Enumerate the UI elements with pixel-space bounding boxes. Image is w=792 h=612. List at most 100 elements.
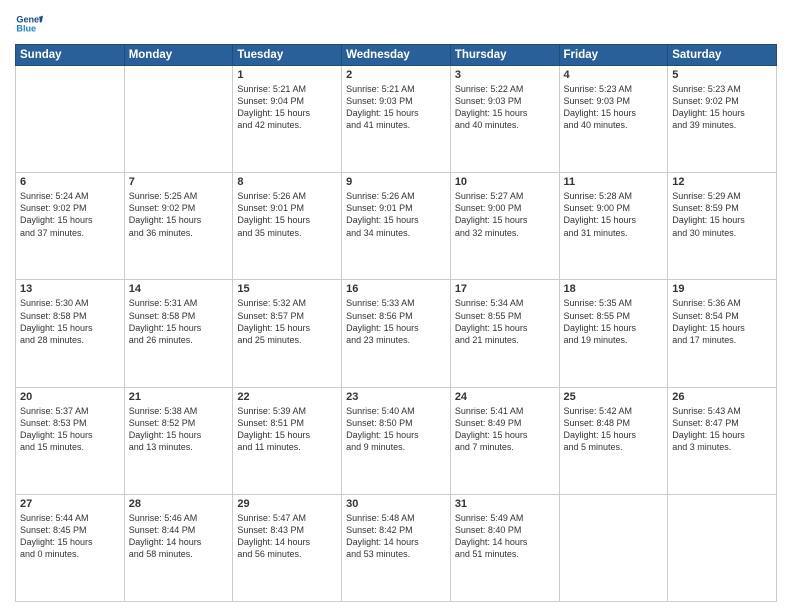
calendar-cell: 12 Sunrise: 5:29 AM Sunset: 8:59 PM Dayli… [668,173,777,280]
calendar-day-header: Thursday [450,45,559,66]
day-number: 5 [672,69,772,81]
day-info: Sunrise: 5:30 AM Sunset: 8:58 PM Dayligh… [20,297,120,346]
calendar-cell: 9 Sunrise: 5:26 AM Sunset: 9:01 PM Daylig… [342,173,451,280]
day-number: 11 [564,176,664,188]
day-number: 15 [237,283,337,295]
calendar-cell: 21 Sunrise: 5:38 AM Sunset: 8:52 PM Dayli… [124,387,233,494]
day-info: Sunrise: 5:31 AM Sunset: 8:58 PM Dayligh… [129,297,229,346]
day-number: 7 [129,176,229,188]
day-number: 30 [346,498,446,510]
day-number: 1 [237,69,337,81]
calendar-day-header: Wednesday [342,45,451,66]
calendar-cell: 25 Sunrise: 5:42 AM Sunset: 8:48 PM Dayli… [559,387,668,494]
calendar-table: SundayMondayTuesdayWednesdayThursdayFrid… [15,44,777,602]
day-number: 18 [564,283,664,295]
logo: General Blue [15,10,43,38]
calendar-cell: 29 Sunrise: 5:47 AM Sunset: 8:43 PM Dayli… [233,494,342,601]
day-number: 3 [455,69,555,81]
day-info: Sunrise: 5:43 AM Sunset: 8:47 PM Dayligh… [672,405,772,454]
day-number: 31 [455,498,555,510]
day-number: 24 [455,391,555,403]
calendar-cell [559,494,668,601]
calendar-cell: 22Sunrise: 5:39 AM Sunset: 8:51 PM Dayli… [233,387,342,494]
day-info: Sunrise: 5:42 AM Sunset: 8:48 PM Dayligh… [564,405,664,454]
calendar-day-header: Sunday [16,45,125,66]
calendar-day-header: Tuesday [233,45,342,66]
day-info: Sunrise: 5:23 AM Sunset: 9:03 PM Dayligh… [564,83,664,132]
calendar-cell: 18 Sunrise: 5:35 AM Sunset: 8:55 PM Dayli… [559,280,668,387]
day-info: Sunrise: 5:21 AM Sunset: 9:03 PM Dayligh… [346,83,446,132]
day-info: Sunrise: 5:44 AM Sunset: 8:45 PM Dayligh… [20,512,120,561]
day-info: Sunrise: 5:25 AM Sunset: 9:02 PM Dayligh… [129,190,229,239]
calendar-cell: 10Sunrise: 5:27 AM Sunset: 9:00 PM Dayli… [450,173,559,280]
calendar-cell: 17Sunrise: 5:34 AM Sunset: 8:55 PM Dayli… [450,280,559,387]
day-number: 29 [237,498,337,510]
day-number: 12 [672,176,772,188]
calendar-cell: 28 Sunrise: 5:46 AM Sunset: 8:44 PM Dayli… [124,494,233,601]
calendar-cell: 11 Sunrise: 5:28 AM Sunset: 9:00 PM Dayli… [559,173,668,280]
day-number: 14 [129,283,229,295]
day-number: 6 [20,176,120,188]
day-number: 16 [346,283,446,295]
day-info: Sunrise: 5:24 AM Sunset: 9:02 PM Dayligh… [20,190,120,239]
day-info: Sunrise: 5:29 AM Sunset: 8:59 PM Dayligh… [672,190,772,239]
day-info: Sunrise: 5:36 AM Sunset: 8:54 PM Dayligh… [672,297,772,346]
day-info: Sunrise: 5:26 AM Sunset: 9:01 PM Dayligh… [346,190,446,239]
calendar-cell: 30 Sunrise: 5:48 AM Sunset: 8:42 PM Dayli… [342,494,451,601]
day-number: 21 [129,391,229,403]
day-info: Sunrise: 5:48 AM Sunset: 8:42 PM Dayligh… [346,512,446,561]
day-info: Sunrise: 5:21 AM Sunset: 9:04 PM Dayligh… [237,83,337,132]
day-info: Sunrise: 5:32 AM Sunset: 8:57 PM Dayligh… [237,297,337,346]
day-number: 19 [672,283,772,295]
day-number: 28 [129,498,229,510]
calendar-cell: 16 Sunrise: 5:33 AM Sunset: 8:56 PM Dayli… [342,280,451,387]
calendar-cell: 20 Sunrise: 5:37 AM Sunset: 8:53 PM Dayli… [16,387,125,494]
logo-icon: General Blue [15,10,43,38]
calendar-cell: 19 Sunrise: 5:36 AM Sunset: 8:54 PM Dayli… [668,280,777,387]
day-number: 22 [237,391,337,403]
day-number: 9 [346,176,446,188]
day-info: Sunrise: 5:47 AM Sunset: 8:43 PM Dayligh… [237,512,337,561]
page: General Blue SundayMondayTuesdayWednesda… [0,0,792,612]
calendar-cell: 8 Sunrise: 5:26 AM Sunset: 9:01 PM Daylig… [233,173,342,280]
calendar-cell [124,66,233,173]
header: General Blue [15,10,777,38]
calendar-cell: 1 Sunrise: 5:21 AM Sunset: 9:04 PM Daylig… [233,66,342,173]
calendar-day-header: Saturday [668,45,777,66]
day-number: 27 [20,498,120,510]
day-number: 13 [20,283,120,295]
calendar-week-row: 6 Sunrise: 5:24 AM Sunset: 9:02 PM Daylig… [16,173,777,280]
day-info: Sunrise: 5:38 AM Sunset: 8:52 PM Dayligh… [129,405,229,454]
day-info: Sunrise: 5:37 AM Sunset: 8:53 PM Dayligh… [20,405,120,454]
day-number: 20 [20,391,120,403]
day-number: 8 [237,176,337,188]
svg-text:Blue: Blue [16,24,36,34]
day-info: Sunrise: 5:26 AM Sunset: 9:01 PM Dayligh… [237,190,337,239]
calendar-header-row: SundayMondayTuesdayWednesdayThursdayFrid… [16,45,777,66]
day-number: 4 [564,69,664,81]
calendar-week-row: 20 Sunrise: 5:37 AM Sunset: 8:53 PM Dayli… [16,387,777,494]
calendar-cell: 23 Sunrise: 5:40 AM Sunset: 8:50 PM Dayli… [342,387,451,494]
calendar-week-row: 13 Sunrise: 5:30 AM Sunset: 8:58 PM Dayli… [16,280,777,387]
calendar-cell: 27 Sunrise: 5:44 AM Sunset: 8:45 PM Dayli… [16,494,125,601]
day-number: 25 [564,391,664,403]
day-number: 23 [346,391,446,403]
calendar-cell: 3Sunrise: 5:22 AM Sunset: 9:03 PM Daylig… [450,66,559,173]
day-info: Sunrise: 5:49 AM Sunset: 8:40 PM Dayligh… [455,512,555,561]
calendar-week-row: 27 Sunrise: 5:44 AM Sunset: 8:45 PM Dayli… [16,494,777,601]
day-info: Sunrise: 5:35 AM Sunset: 8:55 PM Dayligh… [564,297,664,346]
calendar-cell [16,66,125,173]
day-info: Sunrise: 5:40 AM Sunset: 8:50 PM Dayligh… [346,405,446,454]
calendar-cell: 7 Sunrise: 5:25 AM Sunset: 9:02 PM Daylig… [124,173,233,280]
day-info: Sunrise: 5:28 AM Sunset: 9:00 PM Dayligh… [564,190,664,239]
calendar-day-header: Friday [559,45,668,66]
calendar-week-row: 1 Sunrise: 5:21 AM Sunset: 9:04 PM Daylig… [16,66,777,173]
calendar-cell: 14 Sunrise: 5:31 AM Sunset: 8:58 PM Dayli… [124,280,233,387]
day-number: 17 [455,283,555,295]
day-info: Sunrise: 5:23 AM Sunset: 9:02 PM Dayligh… [672,83,772,132]
calendar-cell [668,494,777,601]
day-info: Sunrise: 5:46 AM Sunset: 8:44 PM Dayligh… [129,512,229,561]
day-info: Sunrise: 5:33 AM Sunset: 8:56 PM Dayligh… [346,297,446,346]
calendar-cell: 6 Sunrise: 5:24 AM Sunset: 9:02 PM Daylig… [16,173,125,280]
calendar-cell: 15 Sunrise: 5:32 AM Sunset: 8:57 PM Dayli… [233,280,342,387]
